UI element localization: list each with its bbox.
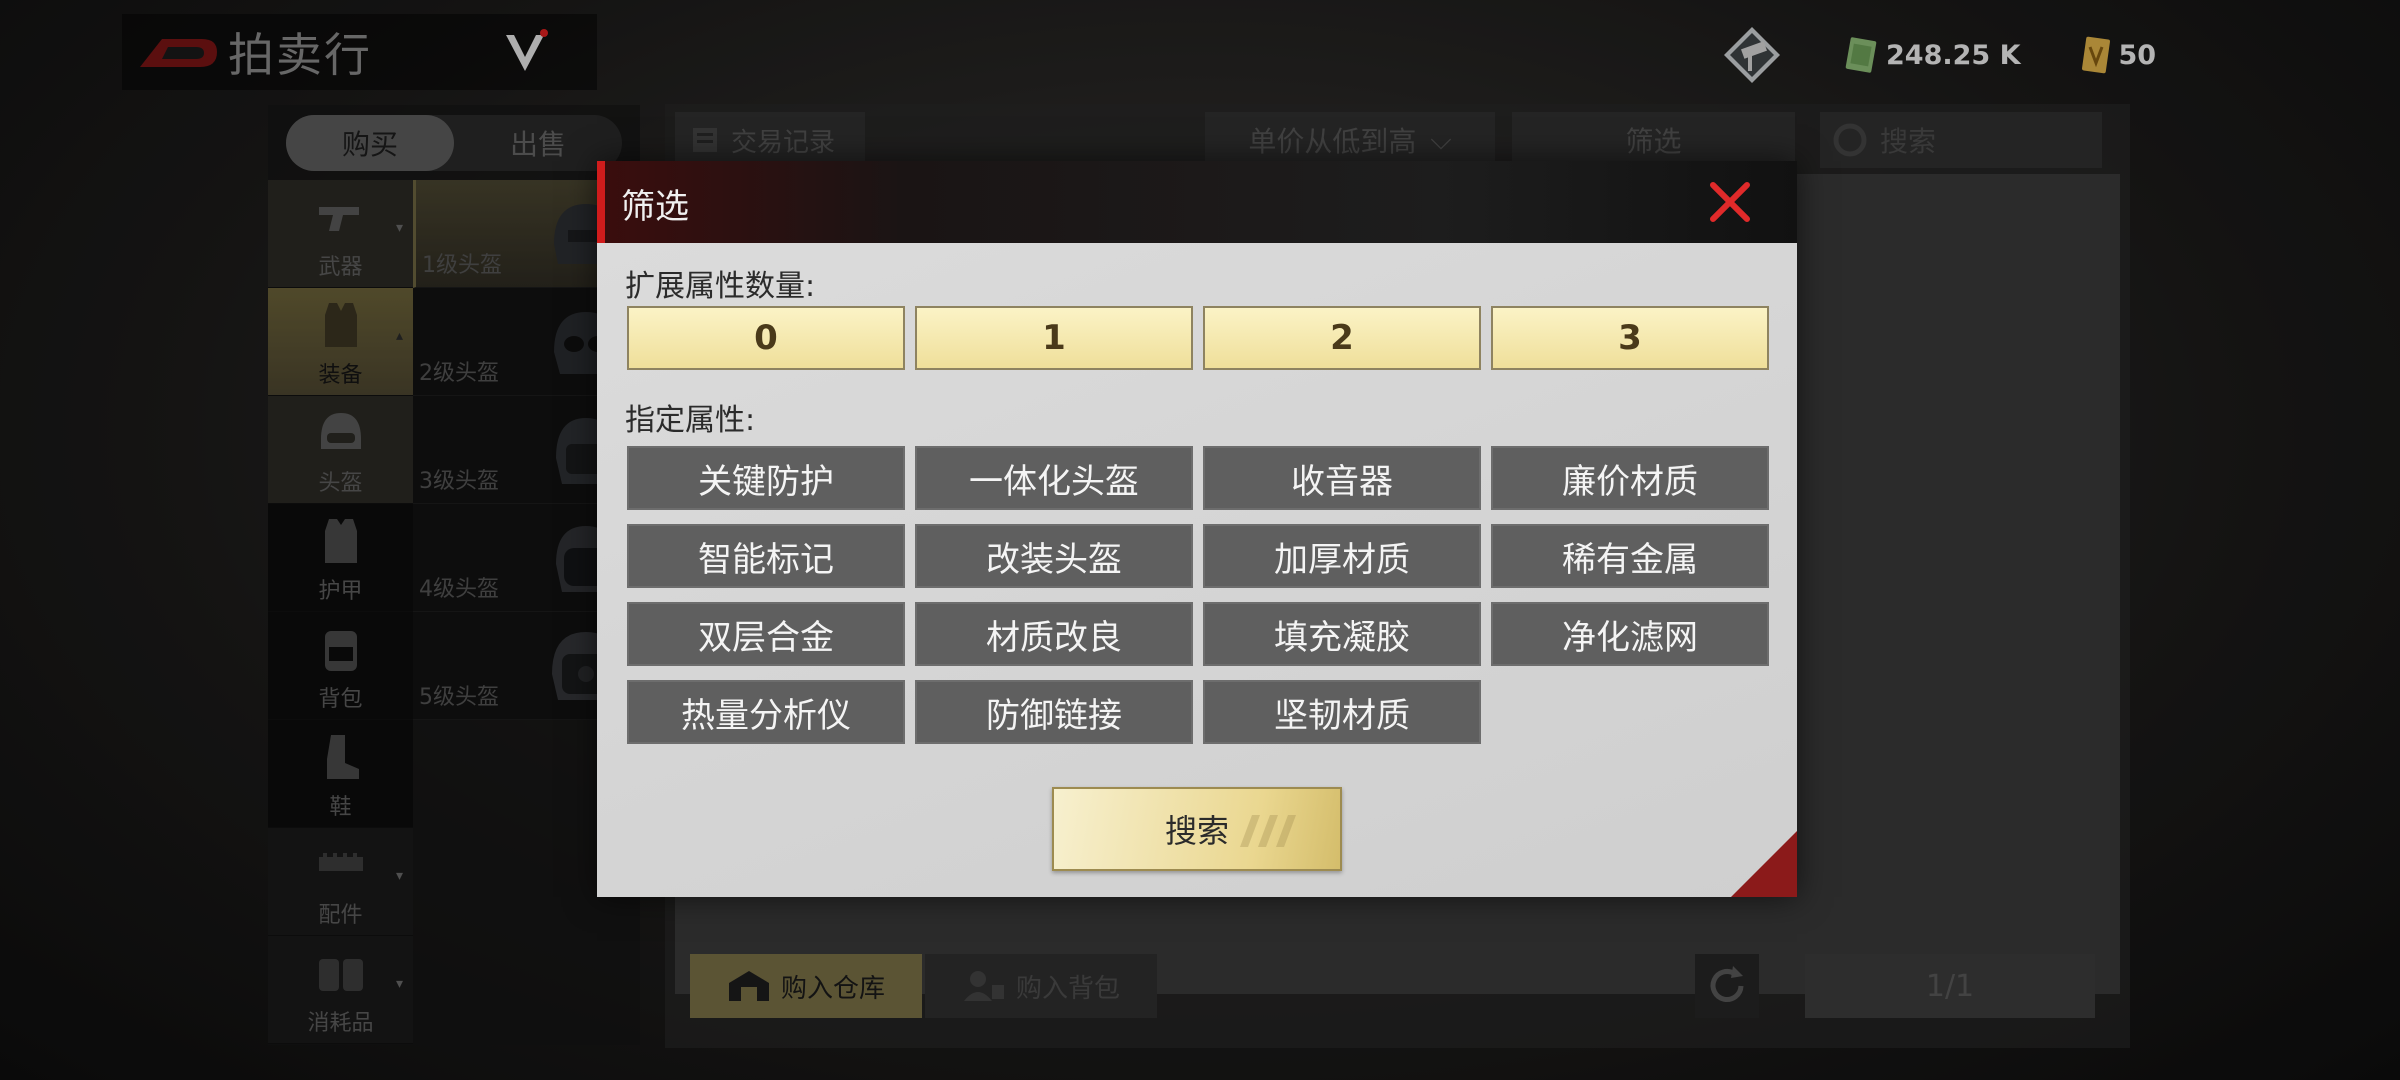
attr-option[interactable]: 坚韧材质 — [1203, 680, 1481, 744]
attr-option[interactable]: 加厚材质 — [1203, 524, 1481, 588]
attr-option[interactable]: 填充凝胶 — [1203, 602, 1481, 666]
attr-option[interactable]: 材质改良 — [915, 602, 1193, 666]
filter-dialog: 筛选 扩展属性数量: 0 1 2 3 指定属性: 关键防护 一体化头盔 收音器 … — [597, 161, 1797, 897]
dialog-header: 筛选 — [597, 161, 1797, 243]
attr-option[interactable]: 双层合金 — [627, 602, 905, 666]
stripes-decoration-icon — [1240, 815, 1296, 847]
attr-option[interactable]: 关键防护 — [627, 446, 905, 510]
attr-option[interactable]: 净化滤网 — [1491, 602, 1769, 666]
count-option-2[interactable]: 2 — [1203, 306, 1481, 370]
attr-option[interactable]: 改装头盔 — [915, 524, 1193, 588]
count-option-3[interactable]: 3 — [1491, 306, 1769, 370]
attr-option[interactable]: 一体化头盔 — [915, 446, 1193, 510]
dialog-title: 筛选 — [621, 187, 689, 227]
search-button[interactable]: 搜索 — [1052, 787, 1342, 871]
attribute-options: 关键防护 一体化头盔 收音器 廉价材质 智能标记 改装头盔 加厚材质 稀有金属 … — [627, 446, 1769, 744]
search-button-label: 搜索 — [1164, 812, 1229, 850]
extension-count-label: 扩展属性数量: — [625, 269, 816, 304]
count-option-1[interactable]: 1 — [915, 306, 1193, 370]
attr-option[interactable]: 收音器 — [1203, 446, 1481, 510]
attr-option[interactable]: 热量分析仪 — [627, 680, 905, 744]
extension-count-options: 0 1 2 3 — [627, 306, 1769, 370]
attr-option[interactable]: 智能标记 — [627, 524, 905, 588]
close-icon[interactable] — [1703, 175, 1757, 229]
attr-option[interactable]: 廉价材质 — [1491, 446, 1769, 510]
attribute-label: 指定属性: — [625, 403, 756, 438]
attr-option[interactable]: 防御链接 — [915, 680, 1193, 744]
corner-decoration-icon — [1731, 831, 1797, 897]
count-option-0[interactable]: 0 — [627, 306, 905, 370]
attr-option[interactable]: 稀有金属 — [1491, 524, 1769, 588]
